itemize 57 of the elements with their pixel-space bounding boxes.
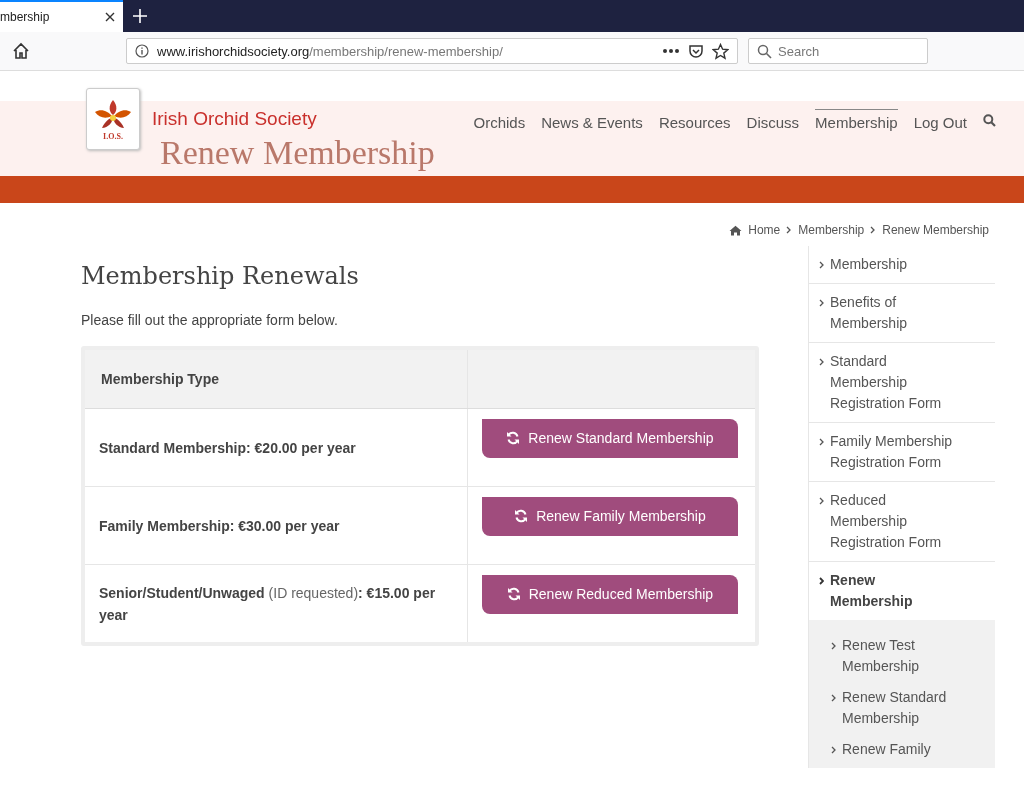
info-icon bbox=[135, 44, 149, 58]
nav-link[interactable]: News & Events bbox=[541, 109, 643, 131]
breadcrumb-link[interactable]: Home bbox=[748, 223, 781, 237]
breadcrumb-link[interactable]: Membership bbox=[798, 223, 865, 237]
refresh-icon bbox=[506, 587, 521, 601]
chevron-icon bbox=[819, 438, 824, 446]
membership-label: Senior/Student/Unwaged (ID requested): €15.00 per year bbox=[99, 583, 437, 625]
sidebar-item[interactable]: Standard Membership Registration Form bbox=[809, 343, 995, 423]
sidebar-item[interactable]: Membership bbox=[809, 246, 995, 284]
banner-title: Renew Membership bbox=[160, 133, 435, 173]
nav-link[interactable]: Orchids bbox=[473, 109, 526, 131]
chevron-icon bbox=[870, 225, 877, 235]
close-icon[interactable] bbox=[105, 12, 115, 22]
chevron-icon bbox=[819, 358, 824, 366]
site-name[interactable]: Irish Orchid Society bbox=[152, 108, 317, 130]
star-icon[interactable] bbox=[712, 42, 729, 60]
submenu-item[interactable]: Renew Family bbox=[819, 734, 995, 765]
more-icon[interactable] bbox=[662, 48, 680, 54]
chevron-icon bbox=[819, 497, 824, 505]
refresh-icon bbox=[506, 431, 521, 445]
sidebar-item[interactable]: Family Membership Registration Form bbox=[809, 423, 995, 482]
chevron-icon bbox=[819, 299, 824, 307]
column-header: Membership Type bbox=[85, 350, 468, 409]
submenu-item[interactable]: Renew Standard Membership bbox=[819, 682, 995, 734]
renew-button[interactable]: Renew Family Membership bbox=[482, 497, 738, 536]
submenu-item[interactable]: Renew Test Membership bbox=[819, 630, 995, 682]
search-field[interactable]: Search bbox=[748, 38, 928, 64]
chevron-icon bbox=[831, 642, 836, 650]
search-icon[interactable] bbox=[983, 113, 996, 127]
nav-link[interactable]: Membership bbox=[815, 109, 898, 131]
browser-tab[interactable]: mbership bbox=[0, 0, 123, 32]
chevron-icon bbox=[831, 746, 836, 754]
search-icon bbox=[757, 43, 772, 59]
url-text: www.irishorchidsociety.org/membership/renew-membership/ bbox=[157, 43, 504, 59]
membership-label: Standard Membership: €20.00 per year bbox=[99, 438, 357, 458]
renew-button[interactable]: Renew Standard Membership bbox=[482, 419, 738, 458]
sidebar-item[interactable]: Benefits of Membership bbox=[809, 284, 995, 343]
intro-text: Please fill out the appropriate form below. bbox=[81, 312, 339, 328]
shield-icon[interactable] bbox=[688, 43, 704, 59]
logo-text: I.O.S. bbox=[103, 131, 123, 141]
page-heading: Membership Renewals bbox=[81, 262, 360, 290]
chevron-icon bbox=[786, 225, 793, 235]
home-icon bbox=[729, 224, 743, 236]
chevron-icon bbox=[819, 261, 824, 269]
nav-link[interactable]: Log Out bbox=[913, 109, 967, 131]
nav-link[interactable]: Discuss bbox=[746, 109, 800, 131]
sidebar-item[interactable]: Reduced Membership Registration Form bbox=[809, 482, 995, 562]
address-field[interactable]: www.irishorchidsociety.org/membership/renew-membership/ bbox=[126, 38, 738, 64]
renew-button[interactable]: Renew Reduced Membership bbox=[482, 575, 738, 614]
home-icon[interactable] bbox=[12, 42, 30, 60]
sidebar-item[interactable]: Renew Membership bbox=[809, 562, 995, 620]
membership-label: Family Membership: €30.00 per year bbox=[99, 516, 341, 536]
logo[interactable]: I.O.S. bbox=[86, 88, 140, 150]
chevron-icon bbox=[819, 577, 824, 585]
nav-link[interactable]: Resources bbox=[658, 109, 731, 131]
refresh-icon bbox=[514, 509, 529, 523]
chevron-icon bbox=[831, 694, 836, 702]
